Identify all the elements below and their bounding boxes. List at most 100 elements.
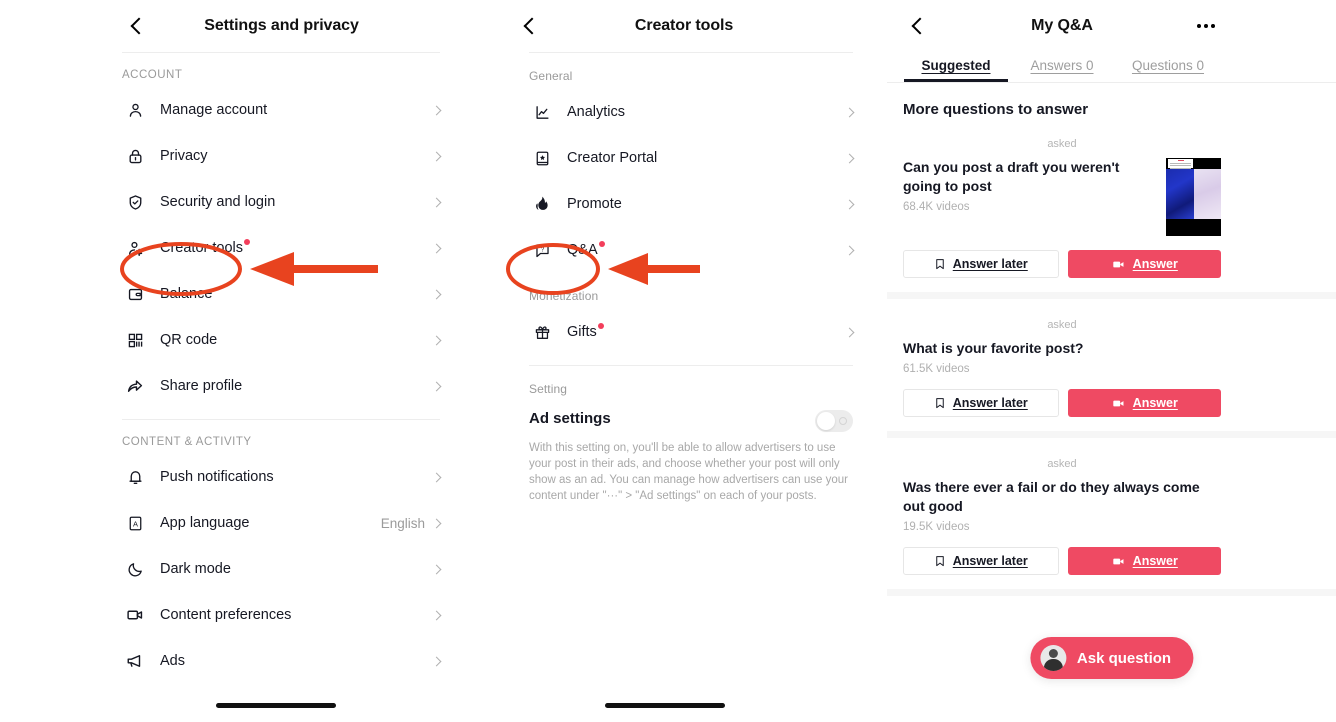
sidebar-item-privacy[interactable]: Privacy bbox=[122, 133, 442, 179]
thumbnail-left-half bbox=[1166, 169, 1194, 219]
tab-questions[interactable]: Questions 0 bbox=[1115, 58, 1221, 82]
back-button[interactable] bbox=[903, 9, 937, 43]
three-phone-screenshots: Settings and privacy ACCOUNT Manage acco… bbox=[0, 0, 1336, 722]
row-label: Gifts bbox=[567, 323, 604, 340]
svg-text:?: ? bbox=[540, 246, 544, 253]
sidebar-item-ads[interactable]: Ads bbox=[122, 638, 442, 684]
creator-item-qa[interactable]: ? Q&A bbox=[529, 227, 855, 273]
sidebar-item-push-notifications[interactable]: Push notifications bbox=[122, 454, 442, 500]
question-thumbnail[interactable] bbox=[1166, 158, 1221, 236]
chevron-right-icon bbox=[431, 518, 442, 528]
sidebar-item-security-and-login[interactable]: Security and login bbox=[122, 179, 442, 225]
toggle-knob bbox=[817, 412, 835, 430]
row-label: Q&A bbox=[567, 241, 605, 258]
lock-icon bbox=[122, 143, 148, 169]
sidebar-item-app-language[interactable]: A App language English bbox=[122, 500, 442, 546]
answer-button[interactable]: Answer bbox=[1067, 547, 1221, 575]
chevron-left-icon bbox=[911, 17, 929, 35]
sidebar-item-content-preferences[interactable]: Content preferences bbox=[122, 592, 442, 638]
row-trailing bbox=[431, 289, 442, 299]
question-texts: Was there ever a fail or do they always … bbox=[903, 478, 1221, 533]
back-button[interactable] bbox=[515, 9, 549, 43]
row-label: Security and login bbox=[160, 194, 276, 210]
row-trailing bbox=[844, 199, 855, 209]
row-trailing bbox=[431, 472, 442, 482]
answer-button[interactable]: Answer bbox=[1067, 250, 1221, 278]
ad-settings-toggle[interactable] bbox=[815, 410, 853, 432]
card-separator bbox=[887, 431, 1336, 438]
chevron-left-icon bbox=[130, 17, 148, 35]
back-button[interactable] bbox=[122, 9, 156, 43]
tab-answers[interactable]: Answers 0 bbox=[1009, 58, 1115, 82]
question-body: What is your favorite post? 61.5K videos bbox=[903, 339, 1221, 375]
answer-later-button[interactable]: Answer later bbox=[903, 389, 1059, 417]
row-trailing bbox=[844, 107, 855, 117]
creator-tools-navbar: Creator tools bbox=[515, 0, 853, 52]
letter-a-icon: A bbox=[122, 510, 148, 536]
toggle-off-ring bbox=[839, 417, 847, 425]
question-actions: Answer later Answer bbox=[903, 375, 1221, 417]
question-card: asked Can you post a draft you weren't g… bbox=[903, 118, 1221, 278]
row-label: Manage account bbox=[160, 102, 268, 118]
chevron-right-icon bbox=[431, 656, 442, 666]
more-horizontal-icon bbox=[1211, 24, 1215, 28]
sidebar-item-balance[interactable]: Balance bbox=[122, 271, 442, 317]
thumbnail-caption-block bbox=[1168, 159, 1194, 169]
answer-later-button[interactable]: Answer later bbox=[903, 547, 1059, 575]
svg-text:A: A bbox=[133, 519, 138, 528]
group-label-monetization: Monetization bbox=[529, 289, 599, 303]
question-title: Was there ever a fail or do they always … bbox=[903, 479, 1200, 514]
ad-settings-row[interactable]: Ad settings bbox=[529, 402, 853, 432]
row-label: QR code bbox=[160, 332, 218, 348]
notification-dot bbox=[597, 323, 604, 329]
chevron-right-icon bbox=[431, 243, 442, 253]
sidebar-item-manage-account[interactable]: Manage account bbox=[122, 87, 442, 133]
bookmark-icon bbox=[935, 259, 944, 270]
bookmark-icon bbox=[935, 556, 944, 567]
creator-item-analytics[interactable]: Analytics bbox=[529, 89, 855, 135]
video-camera-icon bbox=[1112, 400, 1124, 406]
person-icon bbox=[122, 97, 148, 123]
chevron-right-icon bbox=[844, 245, 855, 255]
question-video-count: 68.4K videos bbox=[903, 201, 970, 213]
creator-item-creator-portal[interactable]: Creator Portal bbox=[529, 135, 855, 181]
qa-navbar: My Q&A bbox=[903, 0, 1221, 52]
row-label: Promote bbox=[567, 196, 622, 212]
page-title: My Q&A bbox=[1031, 17, 1093, 34]
tab-suggested[interactable]: Suggested bbox=[903, 58, 1009, 82]
creator-item-gifts[interactable]: Gifts bbox=[529, 309, 855, 355]
row-label: Ads bbox=[160, 653, 185, 669]
share-arrow-icon bbox=[122, 373, 148, 399]
sidebar-item-creator-tools[interactable]: Creator tools bbox=[122, 225, 442, 271]
question-actions: Answer later Answer bbox=[903, 236, 1221, 278]
asked-label: asked bbox=[1047, 319, 1077, 331]
moon-icon bbox=[122, 556, 148, 582]
answer-button[interactable]: Answer bbox=[1067, 389, 1221, 417]
screen-my-qa: My Q&A Suggested Answers 0 Questions 0 M… bbox=[887, 0, 1336, 722]
row-trailing bbox=[431, 243, 442, 253]
more-options-button[interactable] bbox=[1191, 13, 1221, 39]
chevron-right-icon bbox=[431, 472, 442, 482]
sidebar-item-dark-mode[interactable]: Dark mode bbox=[122, 546, 442, 592]
creator-item-promote[interactable]: Promote bbox=[529, 181, 855, 227]
question-texts: What is your favorite post? 61.5K videos bbox=[903, 339, 1221, 375]
sidebar-item-qr-code[interactable]: QR code bbox=[122, 317, 442, 363]
row-label: Push notifications bbox=[160, 469, 274, 485]
row-trailing bbox=[431, 564, 442, 574]
user-avatar-icon bbox=[1039, 645, 1066, 671]
row-trailing: English bbox=[381, 516, 442, 531]
row-label: Dark mode bbox=[160, 561, 231, 577]
chevron-right-icon bbox=[431, 197, 442, 207]
ask-question-button[interactable]: Ask question bbox=[1029, 637, 1194, 679]
row-trailing bbox=[431, 656, 442, 666]
flame-icon bbox=[529, 191, 555, 217]
chevron-right-icon bbox=[431, 381, 442, 391]
megaphone-icon bbox=[122, 648, 148, 674]
book-star-icon bbox=[529, 145, 555, 171]
thumbnail-right-half bbox=[1193, 169, 1221, 219]
row-label: App language bbox=[160, 515, 250, 531]
answer-later-button[interactable]: Answer later bbox=[903, 250, 1059, 278]
home-indicator bbox=[605, 703, 725, 708]
sidebar-item-share-profile[interactable]: Share profile bbox=[122, 363, 442, 409]
ad-settings-title: Ad settings bbox=[529, 410, 611, 427]
